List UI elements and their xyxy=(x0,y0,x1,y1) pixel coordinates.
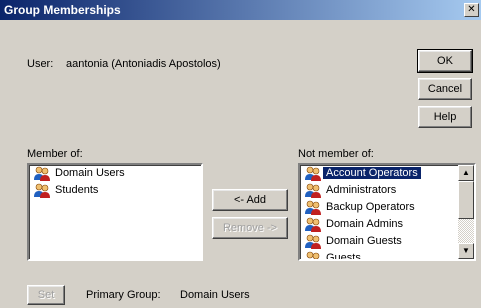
list-item[interactable]: Backup Operators xyxy=(300,199,474,216)
vertical-scrollbar[interactable]: ▲ ▼ xyxy=(458,165,474,259)
not-member-of-list[interactable]: Account Operators Administrators Backup … xyxy=(298,163,476,261)
user-label: User: xyxy=(27,58,54,70)
group-icon xyxy=(34,166,50,181)
list-item[interactable]: Students xyxy=(29,182,201,199)
group-memberships-dialog: Group Memberships ✕ User: aantonia (Anto… xyxy=(0,0,481,308)
list-item[interactable]: Domain Users xyxy=(29,165,201,182)
group-icon xyxy=(305,166,321,181)
help-button[interactable]: Help xyxy=(418,106,472,128)
group-icon xyxy=(306,251,320,259)
ok-button[interactable]: OK xyxy=(417,49,473,73)
add-button[interactable]: <- Add xyxy=(212,189,288,211)
group-icon xyxy=(305,200,321,215)
primary-group-value: Domain Users xyxy=(180,289,250,301)
list-item[interactable]: Domain Guests xyxy=(300,233,474,250)
remove-button[interactable]: Remove -> xyxy=(212,217,288,239)
group-icon xyxy=(305,183,321,198)
set-button[interactable]: Set xyxy=(27,285,65,305)
member-of-label: Member of: xyxy=(27,148,83,160)
scroll-up-arrow-icon[interactable]: ▲ xyxy=(458,165,474,181)
list-item[interactable]: Administrators xyxy=(300,182,474,199)
member-of-list[interactable]: Domain Users Students xyxy=(27,163,203,261)
primary-group-label: Primary Group: xyxy=(86,289,161,301)
cancel-button[interactable]: Cancel xyxy=(418,78,472,100)
group-icon xyxy=(305,217,321,232)
group-icon xyxy=(34,183,50,198)
scroll-thumb[interactable] xyxy=(458,181,474,219)
window-title: Group Memberships xyxy=(4,3,121,17)
list-item[interactable]: Guests xyxy=(300,250,474,259)
group-icon xyxy=(305,234,321,249)
list-item[interactable]: Domain Admins xyxy=(300,216,474,233)
user-value: aantonia (Antoniadis Apostolos) xyxy=(66,58,221,70)
scroll-down-arrow-icon[interactable]: ▼ xyxy=(458,243,474,259)
title-bar: Group Memberships ✕ xyxy=(0,0,481,20)
close-button[interactable]: ✕ xyxy=(464,3,479,17)
not-member-of-label: Not member of: xyxy=(298,148,374,160)
list-item[interactable]: Account Operators xyxy=(300,165,474,182)
